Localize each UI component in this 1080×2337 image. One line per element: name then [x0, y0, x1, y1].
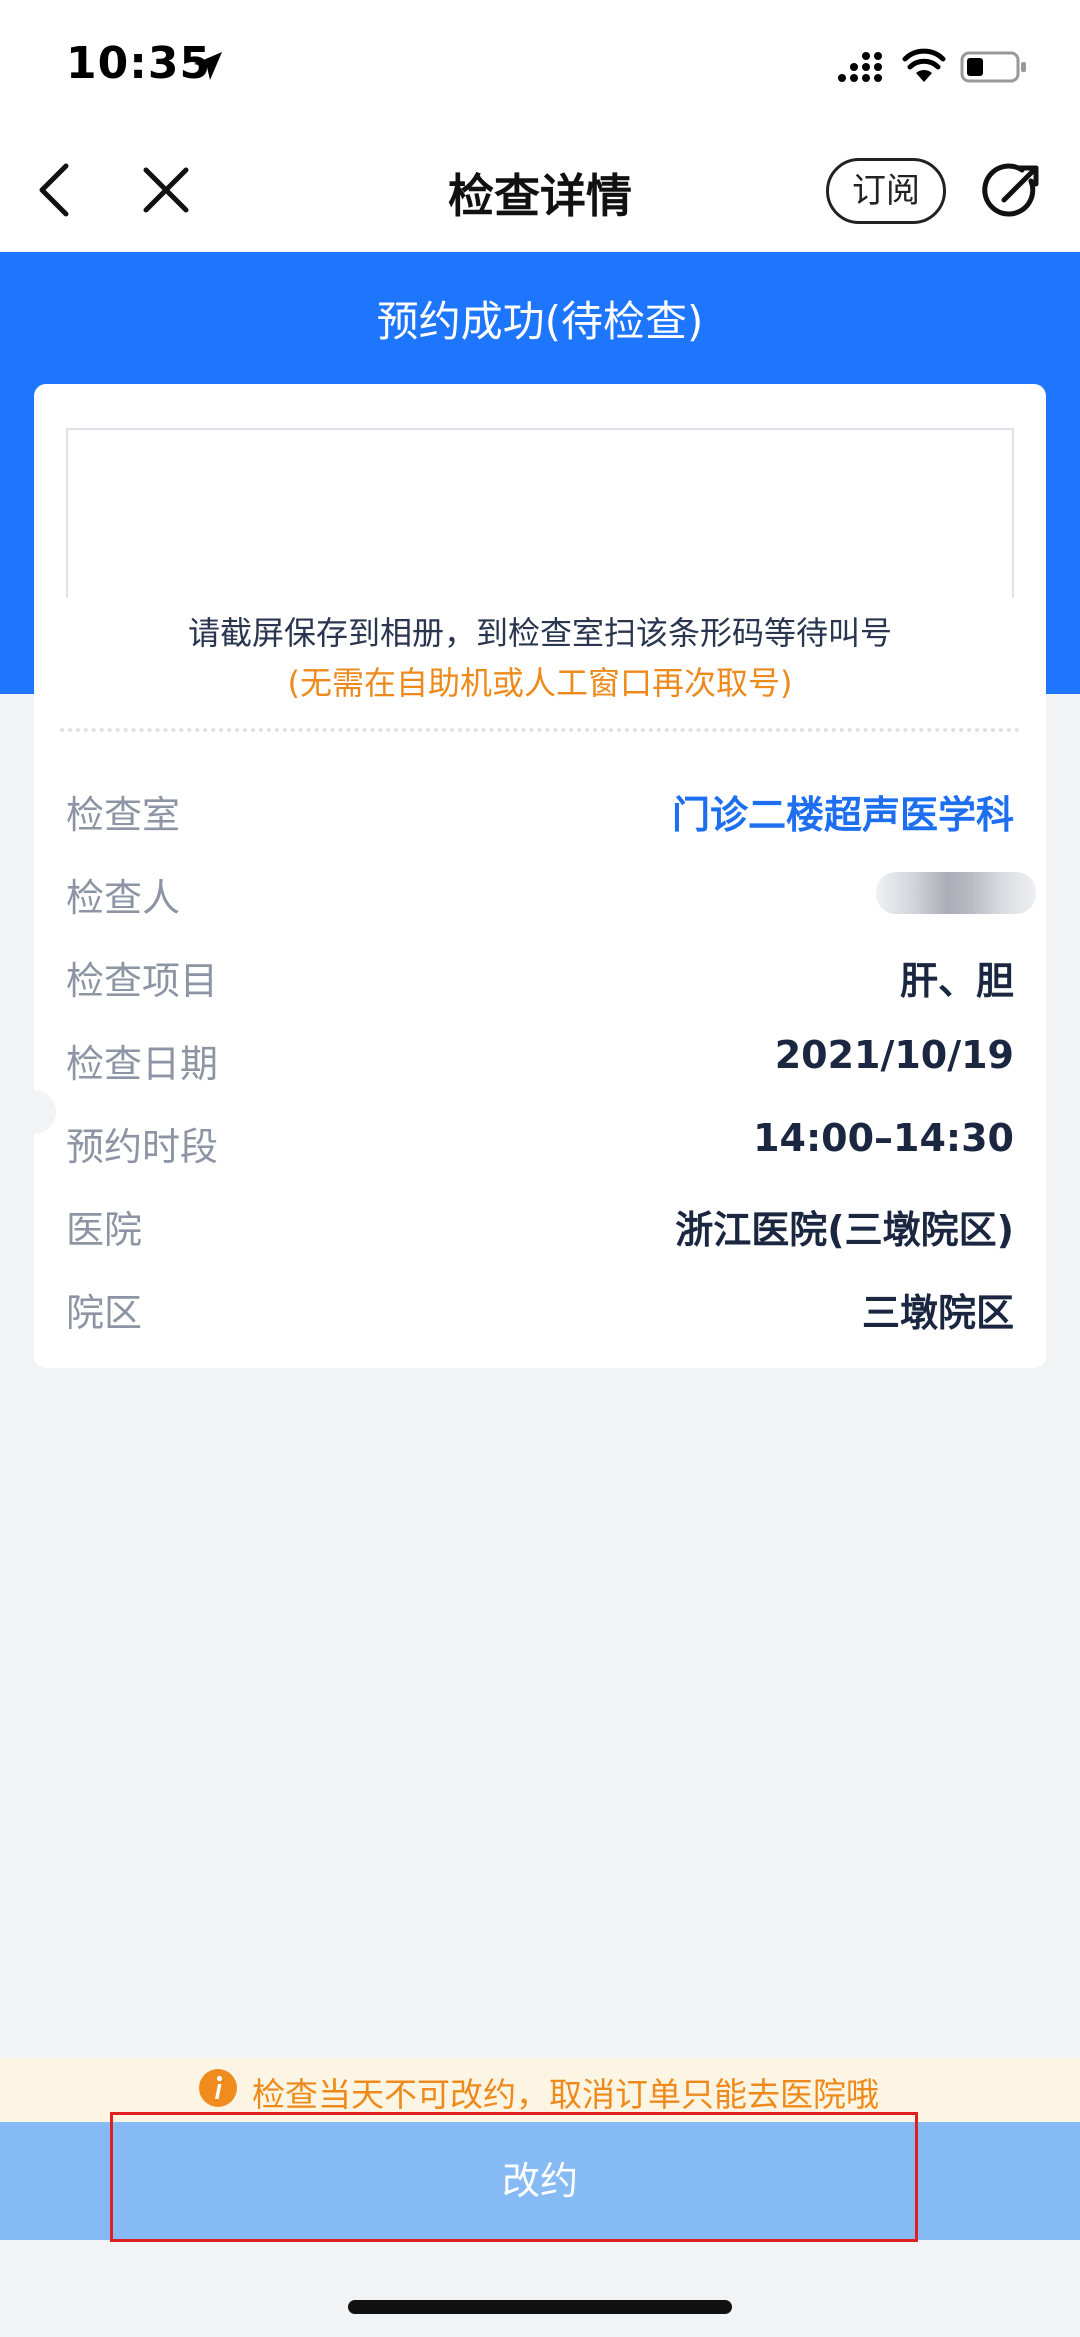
- detail-row-exam-room: 检查室 门诊二楼超声医学科: [34, 770, 1046, 853]
- warning-text: 检查当天不可改约，取消订单只能去医院哦: [252, 2075, 879, 2114]
- share-icon[interactable]: [982, 160, 1044, 222]
- detail-value: 14:00–14:30: [753, 1116, 1014, 1160]
- screenshot-tip: 请截屏保存到相册，到检查室扫该条形码等待叫号: [187, 614, 892, 652]
- appointment-status: 预约成功(待检查): [376, 297, 704, 346]
- patient-name-blurred: [876, 872, 1036, 914]
- info-icon: [199, 2069, 237, 2107]
- reschedule-button[interactable]: 改约: [0, 2122, 1080, 2240]
- location-arrow-icon: [194, 52, 222, 80]
- detail-label: 检查室: [66, 793, 181, 837]
- nav-bar: 检查详情 订阅: [0, 130, 1080, 252]
- detail-value: 三墩院区: [861, 1291, 1014, 1335]
- status-time: 10:35: [66, 38, 212, 89]
- no-queue-tip: (无需在自助机或人工窗口再次取号): [287, 664, 793, 702]
- detail-label: 检查项目: [66, 959, 219, 1003]
- detail-value: 肝、胆: [899, 959, 1014, 1003]
- exam-room-link[interactable]: 门诊二楼超声医学科: [672, 784, 1014, 839]
- detail-label: 预约时段: [66, 1125, 219, 1169]
- screen: 10:35 检查详情 订阅 预约成功(待检查) 请截屏保存到相册，到检查室扫该条…: [0, 0, 1080, 2337]
- detail-label: 检查人: [66, 876, 181, 920]
- cellular-signal-icon: [838, 52, 882, 82]
- ticket-notch-right: [1070, 1090, 1080, 1134]
- detail-row-campus: 院区 三墩院区: [34, 1268, 1046, 1351]
- detail-value: 浙江医院(三墩院区): [675, 1208, 1014, 1252]
- warning-bar: 检查当天不可改约，取消订单只能去医院哦: [0, 2058, 1080, 2122]
- back-icon[interactable]: [34, 160, 74, 220]
- detail-value: 2021/10/19: [774, 1033, 1014, 1077]
- detail-label: 检查日期: [66, 1042, 219, 1086]
- ticket-divider: [60, 728, 1020, 732]
- detail-row-time-slot: 预约时段 14:00–14:30: [34, 1102, 1046, 1185]
- subscribe-button[interactable]: 订阅: [826, 158, 946, 224]
- detail-row-hospital: 医院 浙江医院(三墩院区): [34, 1185, 1046, 1268]
- status-bar: 10:35: [0, 0, 1080, 130]
- detail-label: 院区: [66, 1291, 143, 1335]
- home-indicator: [348, 2300, 732, 2314]
- detail-row-exam-item: 检查项目 肝、胆: [34, 936, 1046, 1019]
- close-icon[interactable]: [140, 164, 192, 216]
- battery-icon: [960, 51, 1026, 83]
- detail-row-exam-date: 检查日期 2021/10/19: [34, 1019, 1046, 1102]
- detail-label: 医院: [66, 1208, 143, 1252]
- wifi-icon: [902, 48, 946, 82]
- page-title: 检查详情: [448, 169, 632, 223]
- barcode-area: [66, 428, 1014, 598]
